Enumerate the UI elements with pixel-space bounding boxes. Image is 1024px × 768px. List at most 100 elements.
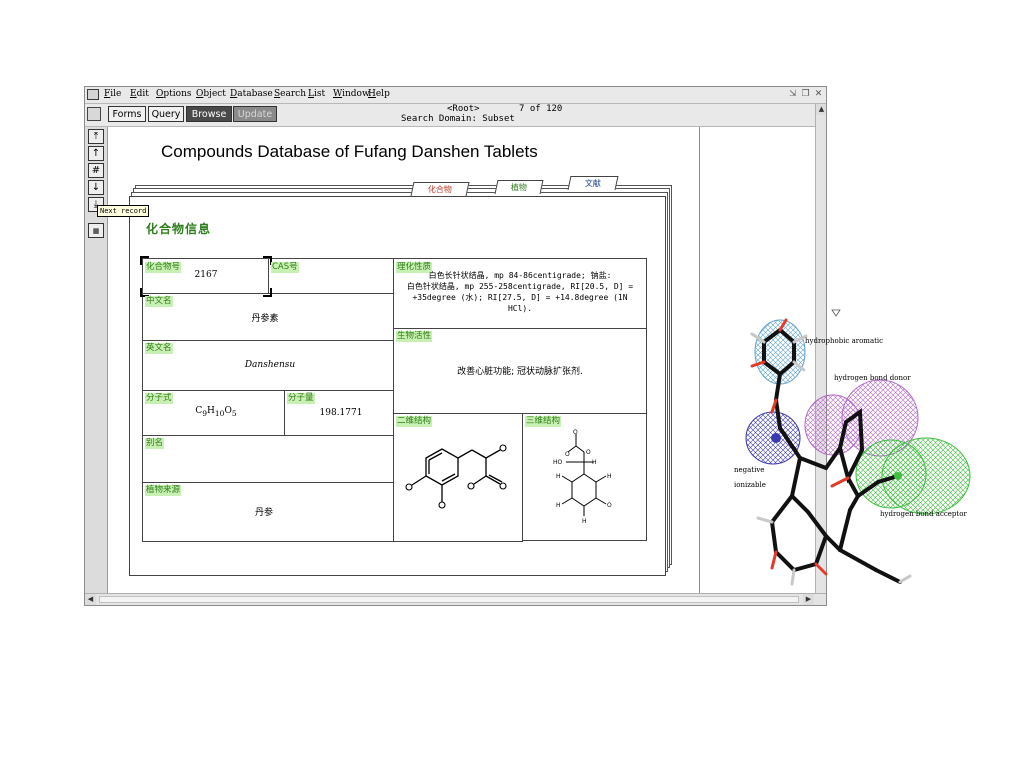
menu-options-label: ptions <box>163 89 192 99</box>
mw-value: 198.1771 <box>319 408 363 418</box>
svg-text:O: O <box>607 502 612 509</box>
menu-search-label: earch <box>280 89 307 99</box>
structure-2d-drawing <box>405 444 507 509</box>
svg-text:H: H <box>556 473 561 480</box>
tab-literature[interactable]: 文献 <box>567 176 619 190</box>
record-counter: 7 of 120 <box>519 104 563 114</box>
app-icon[interactable] <box>87 89 99 100</box>
menu-window-label: indow <box>342 89 370 99</box>
svg-text:H: H <box>607 473 612 480</box>
benzene-ring <box>425 448 459 486</box>
phys-prop-line: 白色长针状结晶, mp 84-86centigrade; 钠盐: <box>428 271 612 280</box>
tab-literature-label: 文献 <box>584 179 601 188</box>
tab-plant-label: 植物 <box>510 183 527 192</box>
en-name-label: 英文名 <box>145 343 173 354</box>
svg-text:H: H <box>592 459 597 466</box>
label-hbond-donor: hydrogen bond donor <box>834 374 911 382</box>
svg-text:O: O <box>586 449 591 456</box>
cas-label: CAS号 <box>271 262 299 273</box>
menu-object-label: bject <box>203 89 226 99</box>
browse-button[interactable]: Browse <box>186 106 232 122</box>
svg-text:H: H <box>556 502 561 509</box>
phys-prop-line: HCl). <box>507 304 533 313</box>
menu-help-key: H <box>368 89 376 99</box>
selection-corner <box>263 288 272 297</box>
minimize-icon[interactable]: ⇲ <box>787 89 798 100</box>
scroll-up-icon[interactable]: ▲ <box>816 104 826 115</box>
negative-ionizable-center <box>771 433 781 443</box>
tab-compound-label: 化合物 <box>427 185 452 194</box>
menu-search[interactable]: Search <box>274 89 306 99</box>
menu-window[interactable]: Window <box>333 89 370 99</box>
menu-database-label: atabase <box>237 89 273 99</box>
root-label: <Root> <box>447 104 480 114</box>
svg-text:HO: HO <box>553 459 563 466</box>
form-view-icon[interactable] <box>87 107 101 121</box>
first-record-button[interactable]: ⤒ <box>88 129 104 144</box>
alias-cell[interactable] <box>142 435 394 483</box>
collapse-triangle-icon[interactable] <box>831 309 841 317</box>
menu-help-label: elp <box>375 89 390 99</box>
structure-2d-label: 二维结构 <box>396 416 433 427</box>
label-ionizable: ionizable <box>734 481 766 489</box>
bio-activity-label: 生物活性 <box>396 331 433 342</box>
menu-options[interactable]: Options <box>156 89 191 99</box>
compound-no-label: 化合物号 <box>145 262 182 273</box>
query-button[interactable]: Query <box>148 106 184 122</box>
oxygen-atom <box>438 501 446 509</box>
formula-oxygen: O <box>224 406 232 416</box>
section-title: 化合物信息 <box>146 222 212 236</box>
pharmacophore-model <box>745 309 971 586</box>
oxygen-atom <box>499 444 507 452</box>
oxygen-atom <box>467 482 475 490</box>
phys-prop-value: 白色长针状结晶, mp 84-86centigrade; 钠盐: 白色针状结晶,… <box>394 270 646 314</box>
label-negative: negative <box>734 466 765 474</box>
compound-no-value: 2167 <box>194 270 218 280</box>
svg-text:O: O <box>573 429 578 436</box>
source-value: 丹参 <box>254 508 273 518</box>
scroll-left-icon[interactable]: ◀ <box>85 594 96 605</box>
en-name-value: Danshensu <box>244 360 296 370</box>
formula-oxygen-count: 5 <box>231 408 237 418</box>
oxygen-atom <box>405 483 413 491</box>
formula-value: C9H10O5 <box>188 406 244 418</box>
label-hydrophobic-aromatic: hydrophobic aromatic <box>805 337 884 345</box>
horizontal-scroll-thumb[interactable] <box>99 596 799 603</box>
bio-activity-value: 改善心脏功能; 冠状动脉扩张剂. <box>457 367 583 377</box>
oxygen-atom <box>499 482 507 490</box>
acceptor-center <box>894 472 902 480</box>
close-icon[interactable]: ✕ <box>813 89 824 100</box>
database-title: Compounds Database of Fufang Danshen Tab… <box>161 142 538 161</box>
menu-edit[interactable]: Edit <box>130 89 149 99</box>
source-label: 植物来源 <box>145 485 182 496</box>
restore-icon[interactable]: ❐ <box>800 89 811 100</box>
mw-label: 分子量 <box>287 393 315 404</box>
menu-edit-label: dit <box>136 89 149 99</box>
search-domain: Search Domain: Subset <box>401 114 515 124</box>
update-button[interactable]: Update <box>233 106 277 122</box>
tab-compound[interactable]: 化合物 <box>410 182 470 196</box>
label-hbond-acceptor: hydrogen bond acceptor <box>880 510 967 518</box>
prev-record-button[interactable]: ↑ <box>88 146 104 161</box>
menu-window-key: W <box>333 89 343 99</box>
alias-label: 别名 <box>145 438 165 449</box>
next-record-button[interactable]: ↓ <box>88 180 104 195</box>
grid-view-icon[interactable]: ▦ <box>88 223 104 238</box>
cn-name-label: 中文名 <box>145 296 173 307</box>
structure-3d-drawing: OO O HO H HOH HH <box>553 429 612 525</box>
tab-plant[interactable]: 植物 <box>494 180 544 194</box>
formula-hydrogen: H <box>207 406 215 416</box>
menu-database[interactable]: Database <box>230 89 273 99</box>
menu-file[interactable]: File <box>104 89 121 99</box>
record-nav-bar: ⤒ ↑ # ↓ ⤓ ▦ <box>85 127 108 593</box>
horizontal-scrollbar[interactable]: ◀ ▶ <box>85 593 826 605</box>
menu-bar: File Edit Options Object Database Search… <box>85 87 826 104</box>
menu-list-label: ist <box>313 89 326 99</box>
menu-object[interactable]: Object <box>196 89 226 99</box>
forms-button[interactable]: Forms <box>108 106 146 122</box>
menu-list[interactable]: List <box>308 89 325 99</box>
benzene-ring <box>571 473 597 507</box>
cn-name-value: 丹参素 <box>251 314 279 324</box>
goto-record-button[interactable]: # <box>88 163 104 178</box>
menu-help[interactable]: Help <box>368 89 390 99</box>
